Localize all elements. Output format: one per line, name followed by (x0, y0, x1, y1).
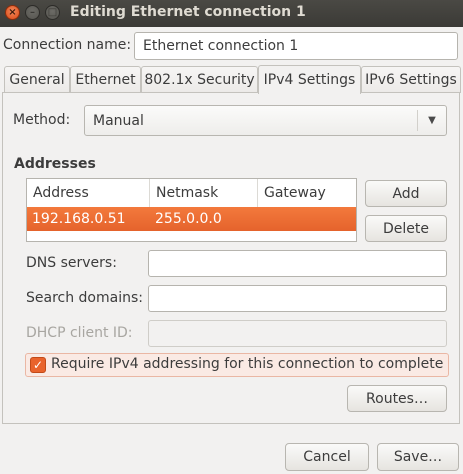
cell-netmask[interactable]: 255.0.0.0 (150, 207, 222, 231)
connection-name-label: Connection name: (3, 37, 132, 53)
tab-ethernet[interactable]: Ethernet (70, 66, 141, 93)
cell-gateway[interactable] (258, 207, 263, 231)
minimize-icon[interactable]: – (25, 5, 40, 20)
table-row[interactable]: 192.168.0.51 255.0.0.0 (27, 207, 356, 231)
tab-8021x-security[interactable]: 802.1x Security (141, 66, 258, 93)
routes-button[interactable]: Routes… (347, 385, 447, 412)
close-icon[interactable]: × (5, 5, 20, 20)
require-ipv4-row[interactable]: ✓ Require IPv4 addressing for this conne… (25, 353, 449, 377)
column-header-gateway[interactable]: Gateway (257, 179, 356, 207)
dhcp-client-id-label: DHCP client ID: (26, 325, 133, 341)
method-value: Manual (93, 112, 144, 129)
require-ipv4-label[interactable]: Require IPv4 addressing for this connect… (51, 356, 443, 372)
save-button[interactable]: Save… (377, 443, 459, 471)
dhcp-client-id-field (148, 320, 447, 347)
dns-servers-label: DNS servers: (26, 255, 117, 271)
addresses-heading: Addresses (14, 156, 96, 172)
dns-servers-field[interactable] (148, 250, 447, 277)
addresses-table[interactable]: Address Netmask Gateway 192.168.0.51 255… (26, 178, 357, 242)
column-header-address[interactable]: Address (27, 179, 149, 207)
maximize-icon[interactable]: □ (45, 5, 60, 20)
tab-ipv4-settings[interactable]: IPv4 Settings (258, 65, 361, 94)
window-title: Editing Ethernet connection 1 (70, 4, 306, 20)
delete-button[interactable]: Delete (365, 215, 447, 242)
search-domains-label: Search domains: (26, 290, 143, 306)
tab-general[interactable]: General (4, 66, 70, 93)
title-bar: × – □ Editing Ethernet connection 1 (0, 0, 463, 27)
method-label: Method: (13, 112, 71, 128)
search-domains-field[interactable] (148, 285, 447, 312)
cancel-button[interactable]: Cancel (285, 443, 369, 471)
add-button[interactable]: Add (365, 180, 447, 207)
chevron-down-icon: ▼ (417, 110, 446, 131)
connection-name-field[interactable]: Ethernet connection 1 (134, 32, 458, 60)
tab-ipv6-settings[interactable]: IPv6 Settings (361, 66, 461, 93)
column-header-netmask[interactable]: Netmask (149, 179, 257, 207)
cell-address[interactable]: 192.168.0.51 (27, 207, 126, 231)
method-select[interactable]: Manual ▼ (84, 105, 447, 136)
require-ipv4-checkbox[interactable]: ✓ (30, 357, 46, 373)
table-header: Address Netmask Gateway (27, 179, 356, 208)
